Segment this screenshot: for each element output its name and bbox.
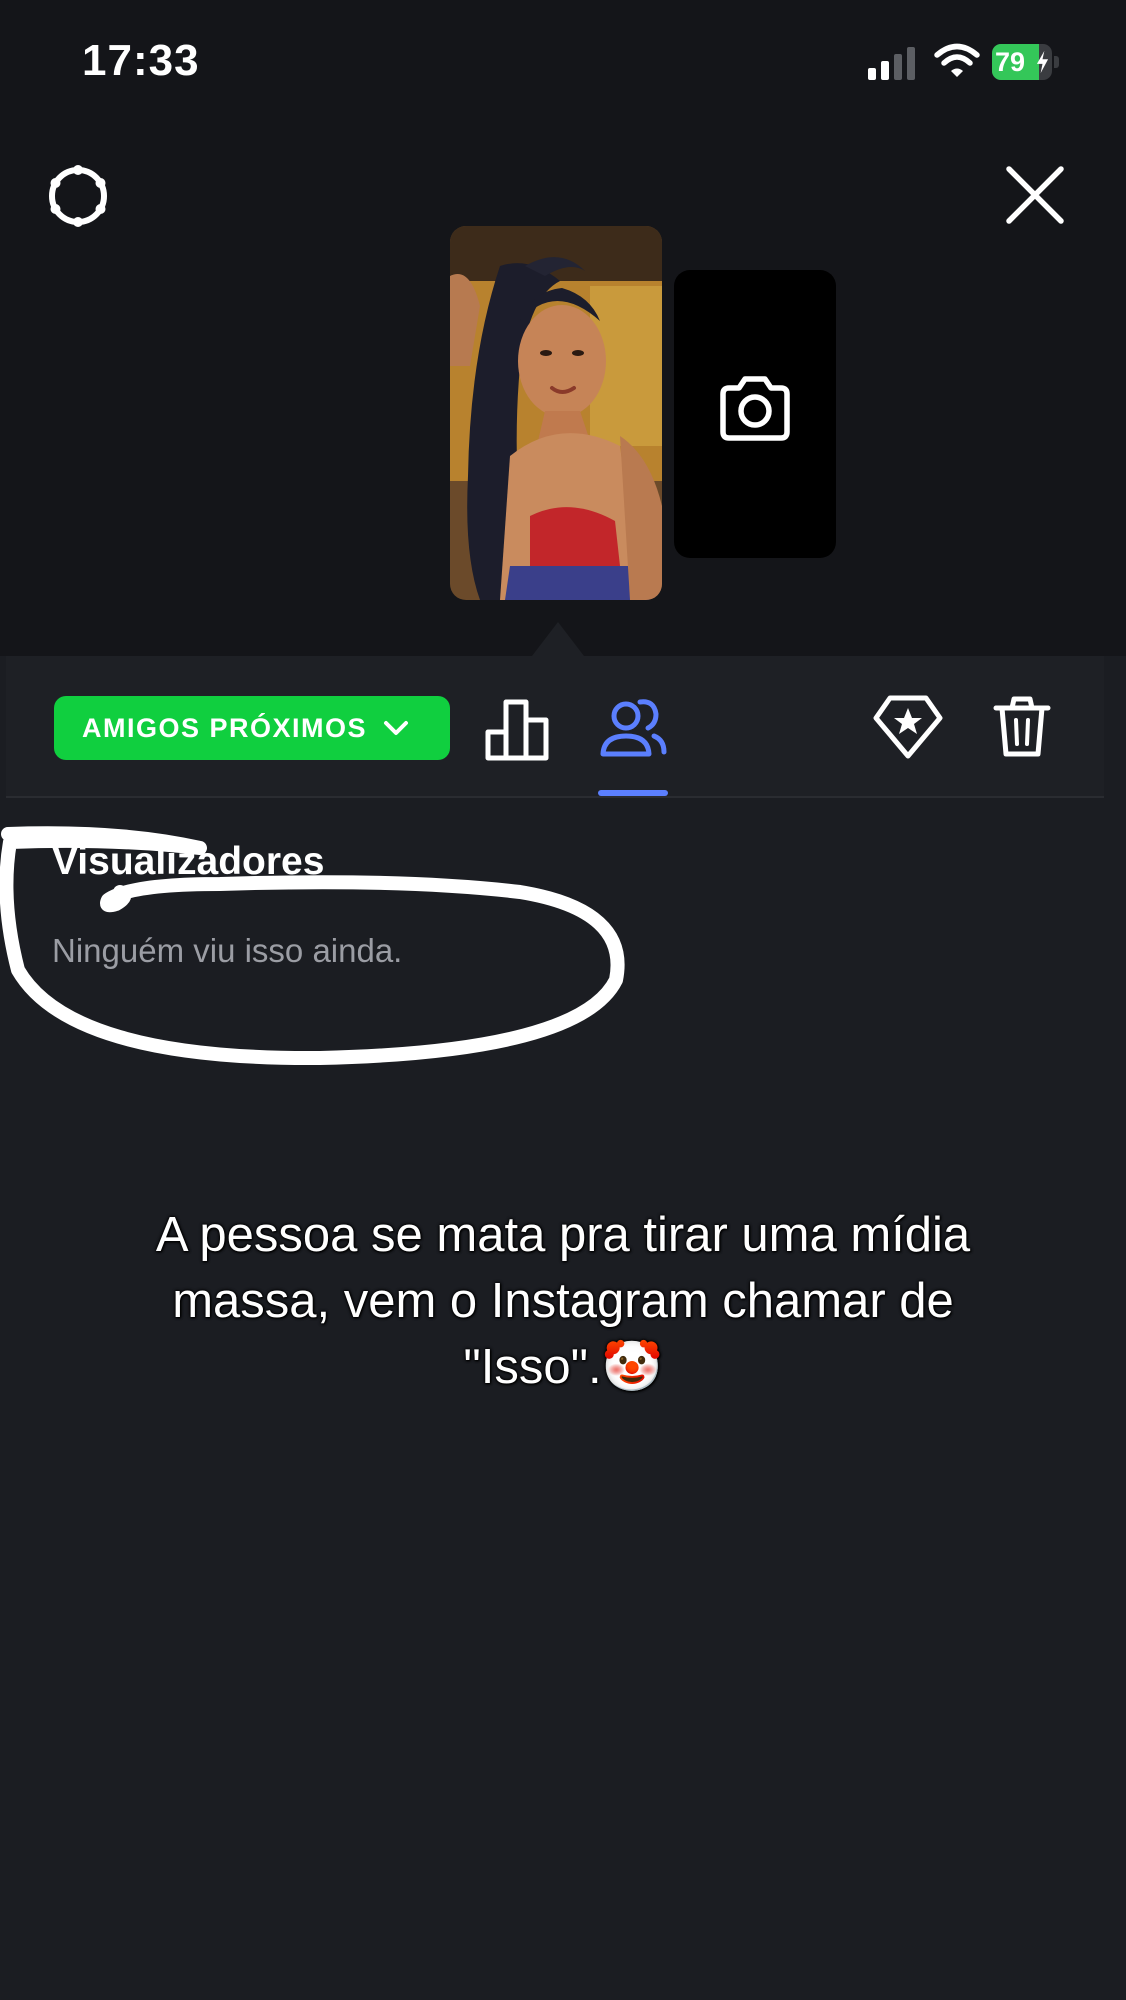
story-photo-thumbnail[interactable] — [450, 226, 662, 600]
camera-icon — [720, 376, 790, 441]
story-selection-pointer — [532, 622, 584, 656]
battery-percent: 79 — [995, 47, 1026, 77]
add-story-card[interactable] — [674, 270, 836, 558]
active-tab-indicator — [598, 790, 668, 796]
story-photo — [450, 226, 662, 600]
battery-body: 79 — [992, 44, 1052, 80]
viewers-title: Visualizadores — [52, 840, 325, 883]
cellular-signal-icon — [868, 47, 915, 80]
close-icon[interactable] — [1004, 164, 1066, 226]
battery-indicator: 79 — [992, 44, 1060, 80]
trash-icon[interactable] — [992, 694, 1052, 760]
battery-tip — [1054, 56, 1059, 68]
audience-selector-button[interactable]: AMIGOS PRÓXIMOS — [54, 696, 450, 760]
bar-chart-icon[interactable] — [484, 696, 550, 762]
chevron-down-icon — [384, 721, 409, 735]
audience-label: AMIGOS PRÓXIMOS — [82, 712, 368, 743]
viewers-empty-message: Ninguém viu isso ainda. — [52, 932, 403, 969]
status-time: 17:33 — [82, 36, 200, 85]
diamond-star-icon[interactable] — [872, 694, 944, 760]
story-toolbar: AMIGOS PRÓXIMOS — [6, 656, 1104, 798]
people-icon[interactable] — [598, 694, 668, 760]
bolt-icon — [1036, 50, 1049, 74]
caption-overlay: A pessoa se mata pra tirar uma mídia mas… — [155, 1208, 971, 1394]
gear-icon[interactable] — [42, 160, 114, 232]
wifi-icon — [934, 43, 980, 77]
status-bar: 17:33 79 — [0, 0, 1126, 120]
